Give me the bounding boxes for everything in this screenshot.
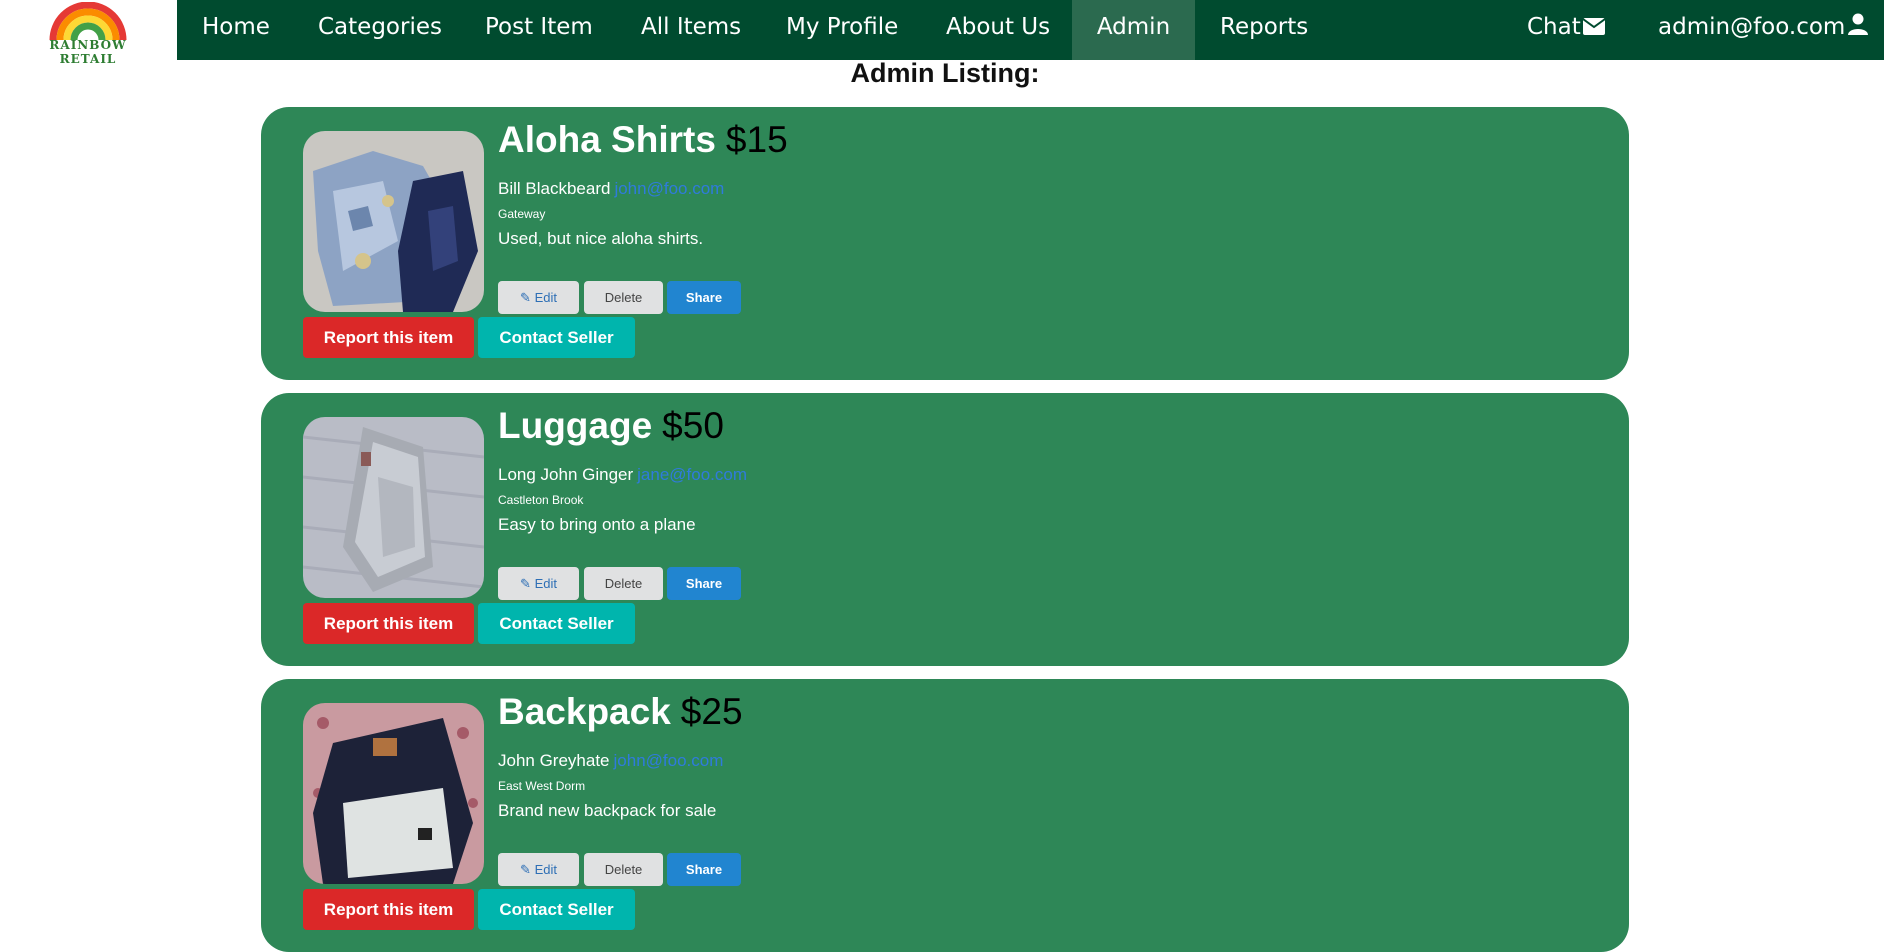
edit-icon: ✎ [520, 862, 531, 877]
seller-name: Long John Ginger [498, 465, 634, 484]
listing-card: Aloha Shirts $15 Bill Blackbeard john@foo.… [261, 107, 1629, 380]
nav-chat[interactable]: Chat [1527, 0, 1606, 60]
edit-button[interactable]: ✎ Edit [498, 281, 579, 314]
item-header: Backpack $25 [498, 691, 743, 733]
edit-button-label: Edit [534, 862, 557, 877]
envelope-icon [1582, 1, 1606, 55]
nav-home[interactable]: Home [202, 0, 270, 60]
item-photo-aloha-shirts [303, 131, 484, 312]
edit-button-label: Edit [534, 290, 557, 305]
item-name: Aloha Shirts [498, 119, 716, 160]
seller-email-link[interactable]: jane@foo.com [637, 465, 747, 484]
item-price: $25 [680, 691, 743, 732]
share-button[interactable]: Share [667, 281, 741, 314]
item-photo-backpack [303, 703, 484, 884]
nav-categories[interactable]: Categories [318, 0, 442, 60]
item-name: Luggage [498, 405, 653, 446]
seller-name: John Greyhate [498, 751, 610, 770]
nav-reports[interactable]: Reports [1220, 0, 1308, 60]
delete-button[interactable]: Delete [584, 567, 663, 600]
share-button[interactable]: Share [667, 853, 741, 886]
rainbow-retail-logo[interactable]: RAINBOW RETAIL [25, 1, 151, 66]
item-price: $50 [662, 405, 724, 446]
item-photo-luggage [303, 417, 484, 598]
user-icon [1847, 1, 1869, 55]
report-item-button[interactable]: Report this item [303, 603, 474, 644]
item-price: $15 [725, 119, 788, 160]
nav-all-items[interactable]: All Items [641, 0, 741, 60]
seller-info: Bill Blackbeard john@foo.com [498, 179, 724, 199]
nav-post-item[interactable]: Post Item [485, 0, 593, 60]
rainbow-icon [49, 1, 127, 41]
item-location: Castleton Brook [498, 493, 584, 507]
edit-icon: ✎ [520, 576, 531, 591]
report-item-button[interactable]: Report this item [303, 889, 474, 930]
item-description: Brand new backpack for sale [498, 801, 717, 820]
item-description: Used, but nice aloha shirts. [498, 229, 704, 248]
item-location: Gateway [498, 207, 546, 221]
nav-chat-label: Chat [1527, 14, 1581, 40]
edit-button-label: Edit [534, 576, 557, 591]
delete-button[interactable]: Delete [584, 281, 663, 314]
item-header: Luggage $50 [498, 405, 724, 447]
seller-info: John Greyhate john@foo.com [498, 751, 723, 771]
nav-about-us[interactable]: About Us [946, 0, 1050, 60]
contact-seller-button[interactable]: Contact Seller [478, 603, 635, 644]
page-title: Admin Listing: [850, 58, 1040, 88]
seller-info: Long John Ginger jane@foo.com [498, 465, 747, 485]
item-header: Aloha Shirts $15 [498, 119, 788, 161]
edit-button[interactable]: ✎ Edit [498, 567, 579, 600]
nav-user-label: admin@foo.com [1658, 14, 1846, 40]
seller-email-link[interactable]: john@foo.com [614, 179, 724, 198]
seller-email-link[interactable]: john@foo.com [614, 751, 724, 770]
nav-user[interactable]: admin@foo.com [1658, 0, 1869, 60]
edit-button[interactable]: ✎ Edit [498, 853, 579, 886]
delete-button[interactable]: Delete [584, 853, 663, 886]
item-location: East West Dorm [498, 779, 586, 793]
contact-seller-button[interactable]: Contact Seller [478, 317, 635, 358]
share-button[interactable]: Share [667, 567, 741, 600]
contact-seller-button[interactable]: Contact Seller [478, 889, 635, 930]
item-name: Backpack [498, 691, 671, 732]
top-navbar: RAINBOW RETAIL Home Categories Post Item… [0, 0, 1884, 66]
edit-icon: ✎ [520, 290, 531, 305]
listing-card: Luggage $50 Long John Ginger jane@foo.com … [261, 393, 1629, 666]
nav-my-profile[interactable]: My Profile [786, 0, 898, 60]
report-item-button[interactable]: Report this item [303, 317, 474, 358]
listing-card: Backpack $25 John Greyhate john@foo.com Ea… [261, 679, 1629, 952]
item-description: Easy to bring onto a plane [498, 515, 696, 534]
nav-admin[interactable]: Admin [1072, 0, 1195, 60]
seller-name: Bill Blackbeard [498, 179, 611, 198]
